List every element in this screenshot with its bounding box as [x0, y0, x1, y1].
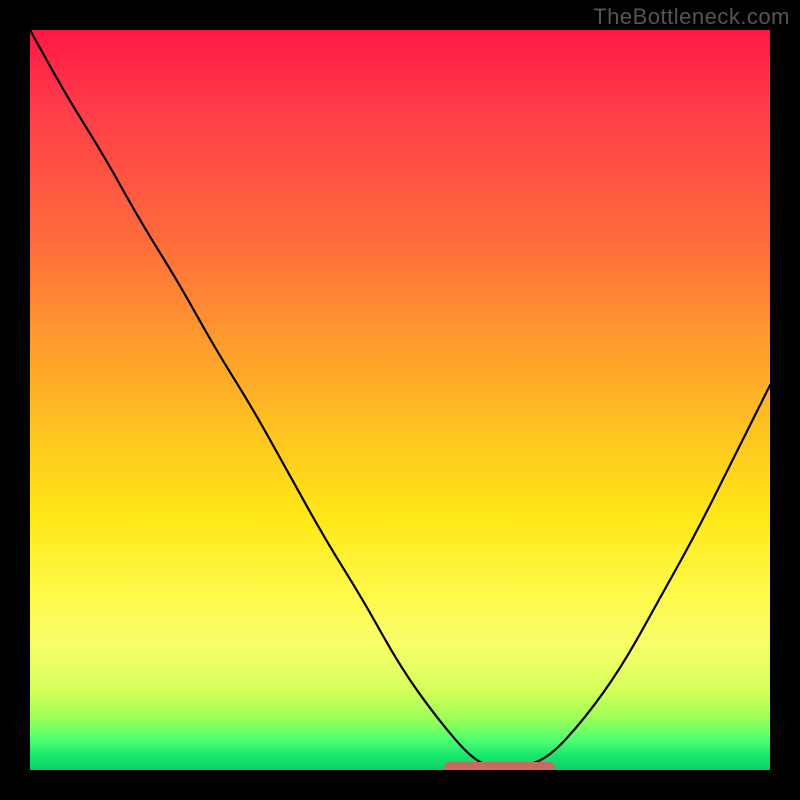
optimal-range-marker	[444, 762, 555, 770]
plot-area	[30, 30, 770, 770]
chart-frame: TheBottleneck.com	[0, 0, 800, 800]
watermark-text: TheBottleneck.com	[593, 4, 790, 30]
curve-path	[30, 30, 770, 767]
bottleneck-curve	[30, 30, 770, 770]
